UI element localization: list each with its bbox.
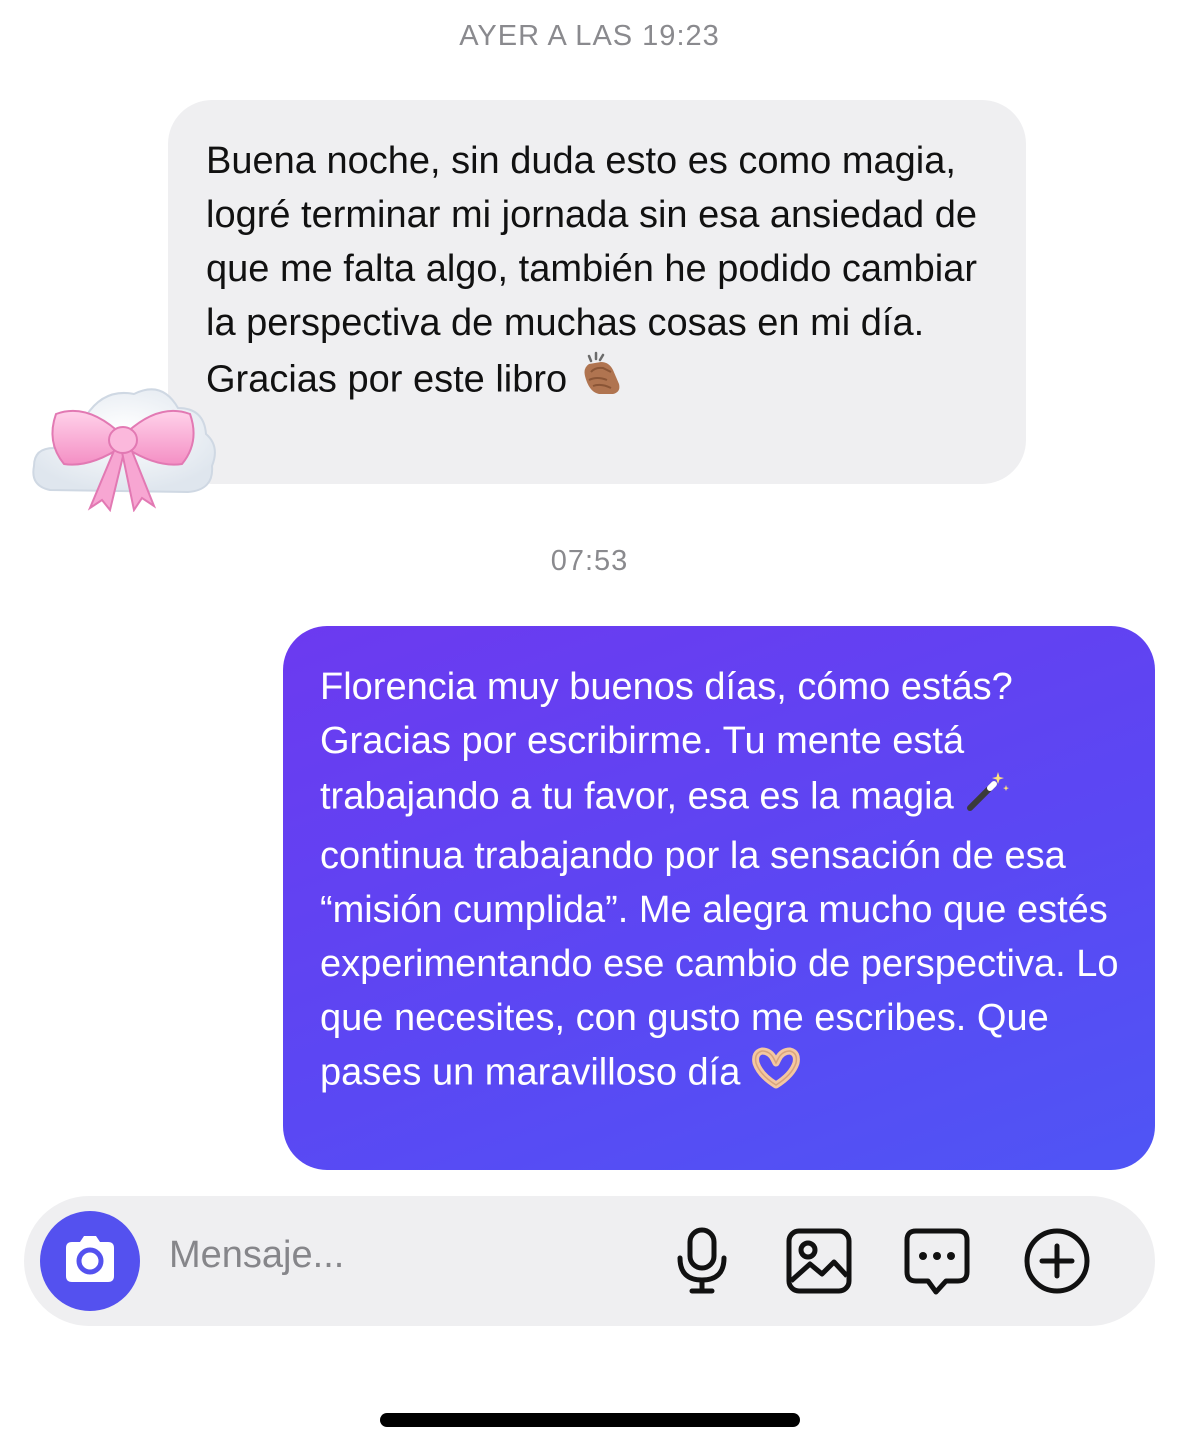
plus-icon[interactable] xyxy=(1022,1226,1092,1301)
heart-hands-icon xyxy=(750,1045,802,1104)
message-text: Florencia muy buenos días, cómo estás? G… xyxy=(320,660,1125,1104)
clapping-hands-icon xyxy=(577,350,625,413)
magic-wand-icon xyxy=(964,768,1010,829)
timestamp: 07:53 xyxy=(550,545,629,577)
message-input[interactable]: Mensaje... xyxy=(169,1234,344,1277)
gallery-icon[interactable] xyxy=(784,1226,854,1301)
message-text: Buena noche, sin duda esto es como magia… xyxy=(206,134,996,413)
sticker-icon[interactable] xyxy=(902,1226,972,1303)
home-indicator xyxy=(380,1413,800,1427)
outgoing-message-bubble[interactable]: Florencia muy buenos días, cómo estás? G… xyxy=(283,626,1155,1170)
camera-icon xyxy=(60,1234,120,1289)
bow-cloud-reaction-icon[interactable] xyxy=(28,372,218,513)
camera-button[interactable] xyxy=(40,1211,140,1311)
incoming-message-bubble[interactable]: Buena noche, sin duda esto es como magia… xyxy=(168,100,1026,484)
microphone-icon[interactable] xyxy=(672,1226,732,1301)
message-composer: Mensaje... xyxy=(24,1196,1155,1326)
timestamp: AYER A LAS 19:23 xyxy=(459,20,720,52)
